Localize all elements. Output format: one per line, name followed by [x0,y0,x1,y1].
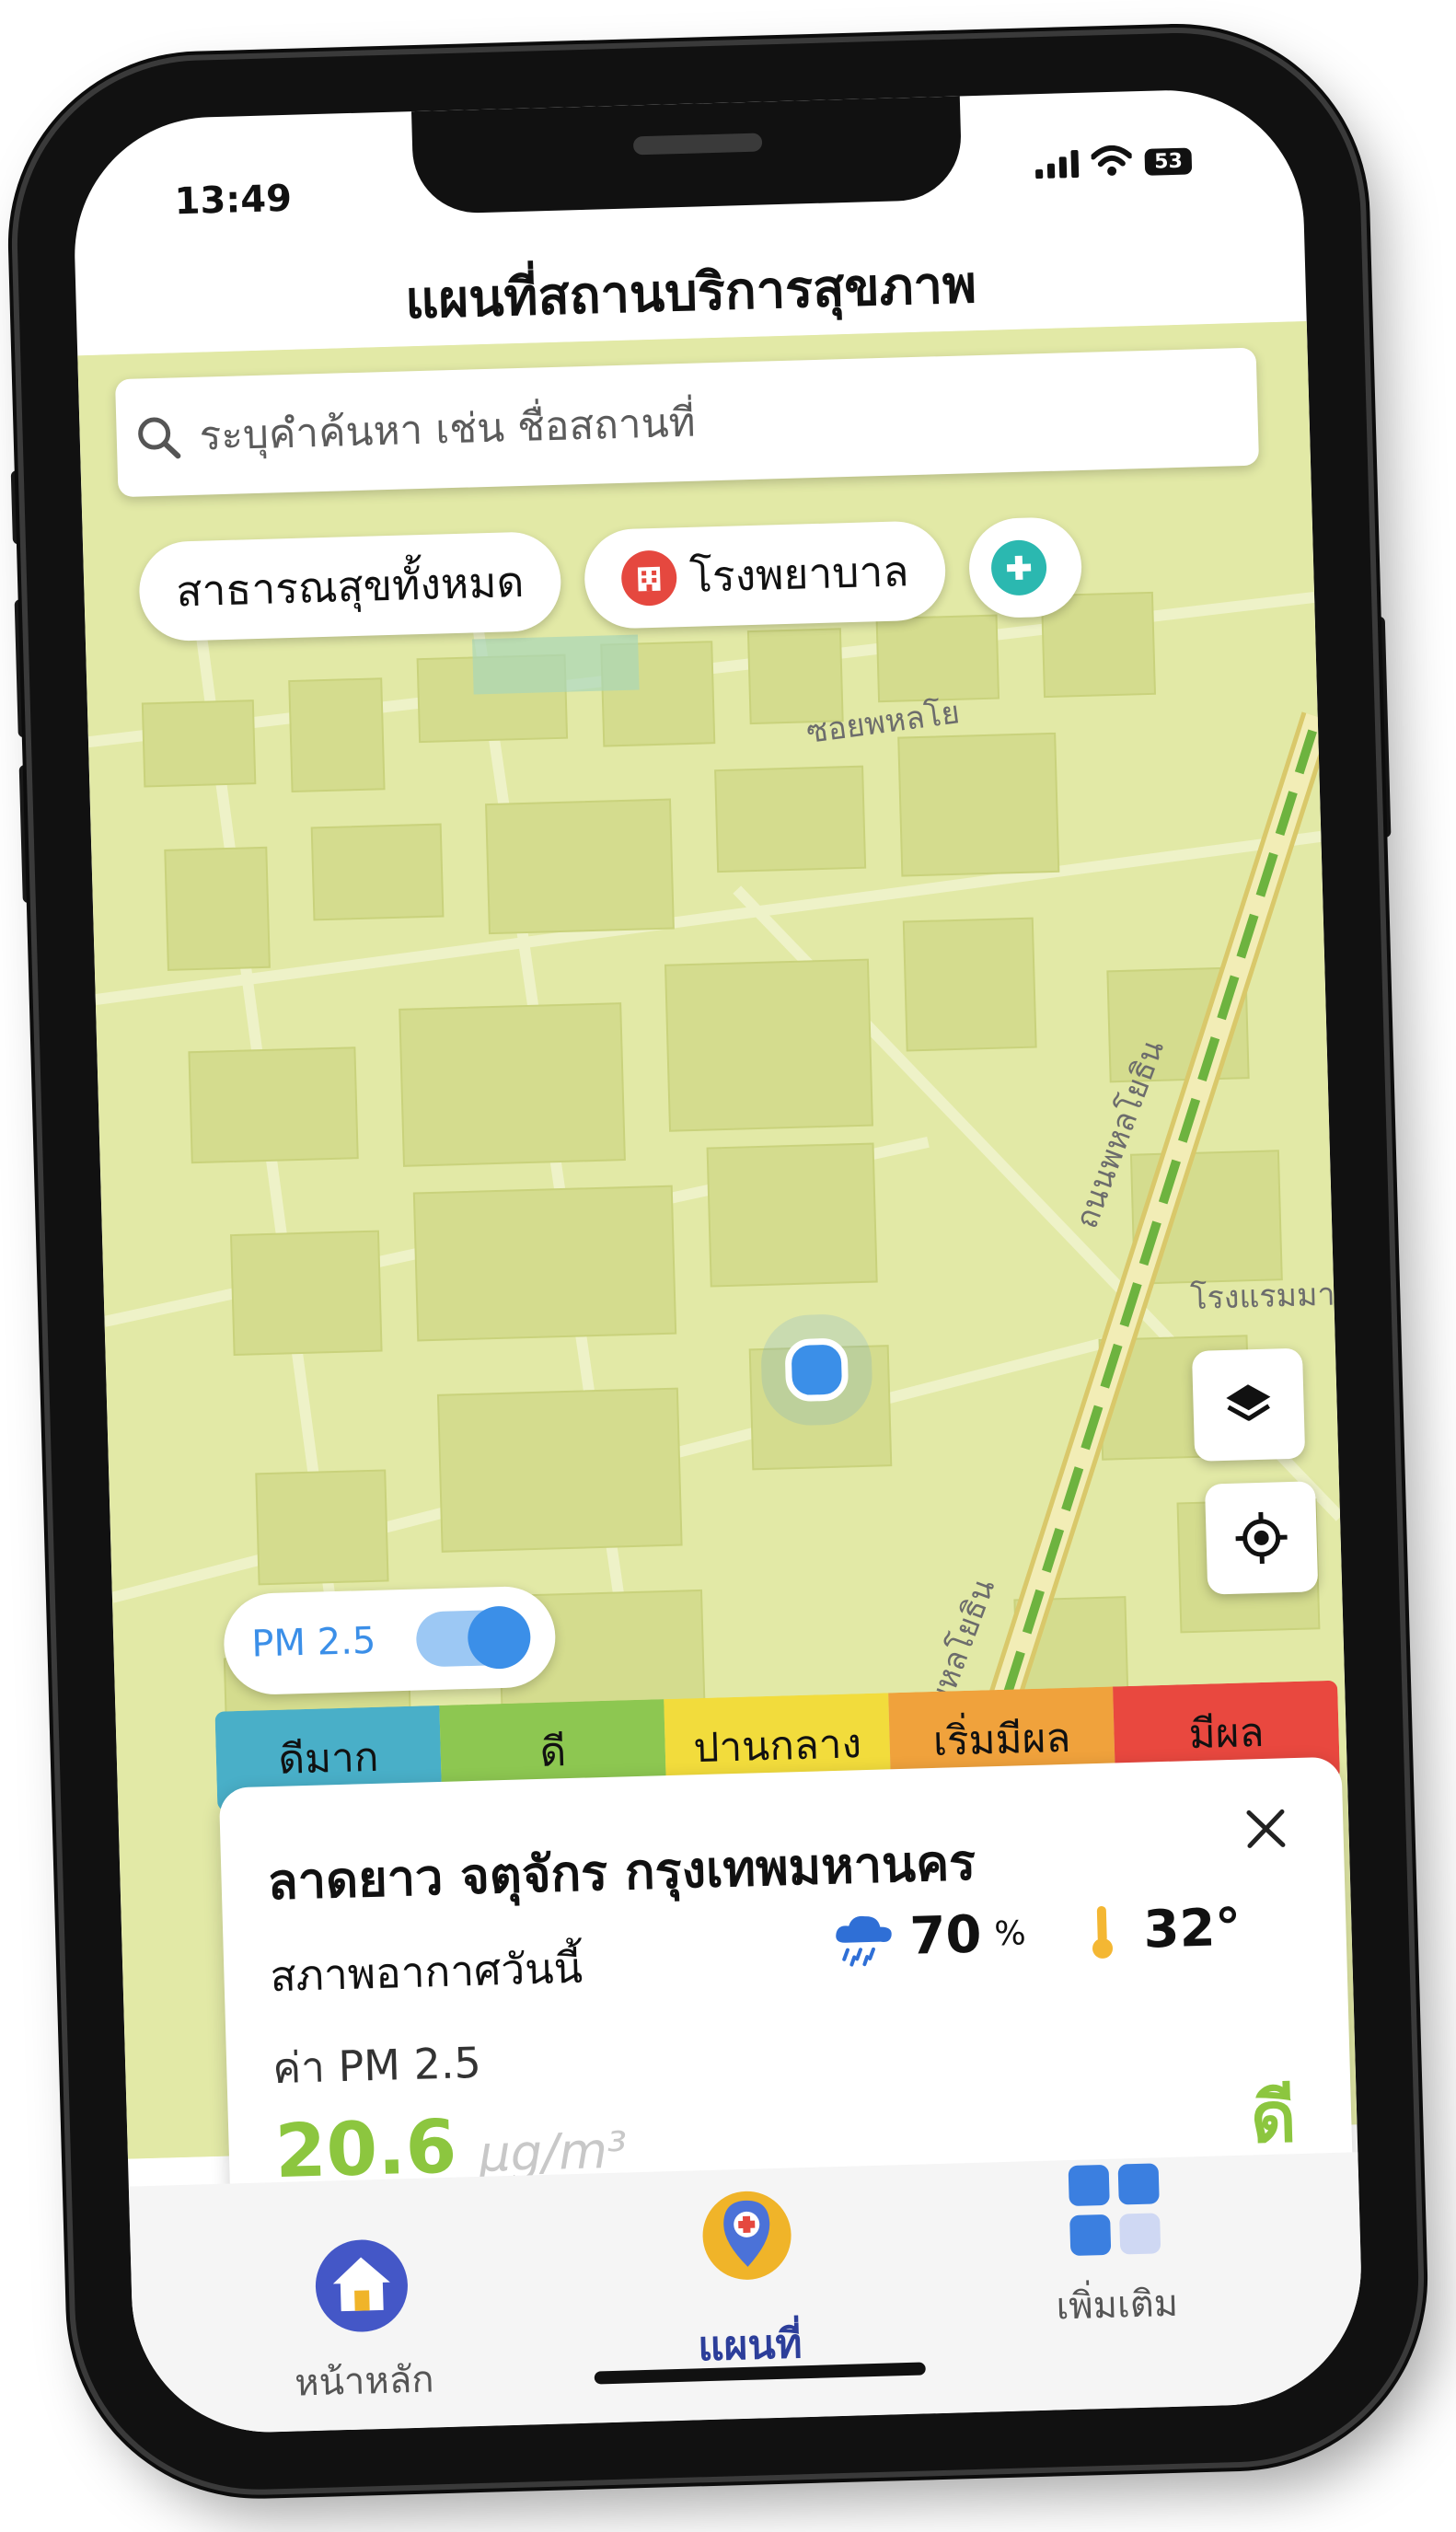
layers-button[interactable] [1191,1347,1306,1462]
chip-all-public-health[interactable]: สาธารณสุขทั้งหมด [137,530,562,642]
status-time: 13:49 [173,177,293,224]
chip-label: สาธารณสุขทั้งหมด [175,556,526,616]
map-pin-icon [702,2191,792,2280]
tab-label: หน้าหลัก [294,2358,435,2405]
temperature-value: 32° [1142,1897,1242,1960]
humidity: 70 % [830,1903,1027,1969]
current-location-marker [784,1337,849,1403]
locate-button[interactable] [1204,1481,1319,1595]
battery-icon: 53 [1144,147,1193,176]
search-icon [138,417,181,459]
status-icons: 53 [1035,143,1193,179]
pm25-toggle[interactable]: PM 2.5 [222,1585,557,1696]
signal-icon [1035,149,1080,179]
more-grid-icon [1068,2163,1161,2256]
home-icon [315,2239,408,2332]
hospital-icon [620,549,678,607]
tab-more[interactable]: เพิ่มเติม [993,2156,1237,2337]
chip-hospital[interactable]: โรงพยาบาล [583,520,947,630]
phone-body: 13:49 53 แผนที่สถานบริการสุขภาพ ซอยพหลโย… [12,28,1424,2495]
thermometer-icon [1092,1905,1114,1959]
pm25-toggle-label: PM 2.5 [250,1619,376,1666]
speaker-grille [632,133,763,156]
pm25-label: ค่า PM 2.5 [272,2037,482,2094]
location-title: ลาดยาว จตุจักร กรุงเทพมหานคร [266,1833,976,1912]
weather-label: สภาพอากาศวันนี้ [269,1942,584,2002]
layers-icon [1226,1384,1271,1421]
locate-icon [1235,1511,1288,1564]
temperature: 32° [1088,1898,1242,1962]
close-icon[interactable] [1243,1806,1288,1851]
rain-cloud-icon [836,1915,892,1967]
humidity-value: 70 [908,1904,983,1967]
search-placeholder: ระบุคำค้นหา เช่น ชื่อสถานที่ [199,399,697,460]
wifi-icon [1091,145,1133,176]
screen: 13:49 53 แผนที่สถานบริการสุขภาพ ซอยพหลโย… [71,87,1365,2436]
phone-mockup: 13:49 53 แผนที่สถานบริการสุขภาพ ซอยพหลโย… [0,0,1456,2532]
notch [410,96,963,215]
chip-clinic[interactable] [967,515,1083,619]
road-label: โรงแรมมา [1189,1276,1336,1317]
clinic-icon [990,539,1048,596]
pm25-switch[interactable] [415,1605,532,1671]
humidity-unit: % [993,1914,1027,1954]
tab-map[interactable]: แผนที่ [626,2184,871,2380]
tab-label: เพิ่มเติม [1056,2282,1179,2329]
tab-home[interactable]: หน้าหลัก [240,2232,484,2413]
bottom-tab-bar: หน้าหลัก แผนที่ เพิ่มเติม [128,2152,1365,2436]
chip-label: โรงพยาบาล [688,545,910,602]
